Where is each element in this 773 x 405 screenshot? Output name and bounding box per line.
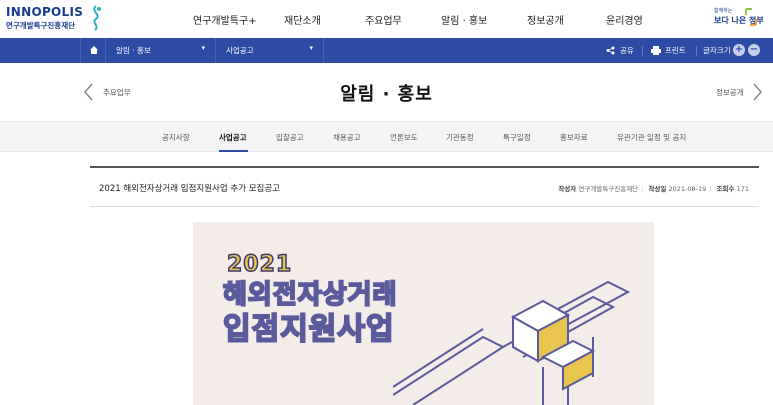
next-menu-label: 정보공개 — [716, 88, 744, 97]
print-button[interactable]: 프린트 — [651, 38, 691, 63]
share-button[interactable]: 공유 — [606, 38, 636, 63]
nav-item-news[interactable]: 알림 · 홍보 — [441, 12, 487, 27]
font-size-label: 글자크기 — [703, 46, 731, 55]
nav-item-disclosure[interactable]: 정보공개 — [527, 12, 564, 27]
location-bar: 알림 · 홍보 ▾ 사업공고 ▾ 공유 프린트 글자크기 + − — [0, 38, 773, 63]
depth2-select-label: 사업공고 — [226, 46, 254, 55]
government-logo[interactable]: 함께하는 보다 나은 정부 — [714, 7, 764, 31]
tab-bid-notice[interactable]: 입찰공고 — [276, 132, 304, 143]
author-value: 연구개발특구진흥재단 — [578, 185, 639, 193]
chevron-down-icon: ▾ — [201, 44, 205, 52]
divider — [642, 46, 643, 56]
post-poster-image: 2021 해외전자상거래 입점지원사업 — [193, 222, 654, 405]
font-size-decrease-button[interactable]: − — [748, 44, 760, 56]
conveyor-illustration — [393, 280, 631, 405]
gov-logo-small: 함께하는 — [714, 8, 733, 14]
print-icon — [651, 46, 661, 55]
views-value: 171 — [736, 185, 749, 193]
home-button[interactable] — [80, 38, 106, 63]
font-size-control: 글자크기 — [703, 38, 735, 63]
author-label: 작성자 — [558, 185, 577, 193]
font-size-increase-button[interactable]: + — [733, 44, 745, 56]
gov-logo-mark-icon — [745, 8, 757, 26]
nav-item-about[interactable]: 재단소개 — [284, 12, 321, 27]
date-label: 작성일 — [648, 185, 667, 193]
tab-related-agencies[interactable]: 유관기관 일정 및 공지 — [617, 132, 686, 143]
post-header: 2021 해외전자상거래 입점지원사업 추가 모집공고 작성자 연구개발특구진흥… — [90, 166, 759, 207]
depth2-select[interactable]: 사업공고 ▾ — [216, 38, 324, 63]
poster-headline-2: 입점지원사업 — [222, 311, 395, 348]
tab-business-notice[interactable]: 사업공고 — [219, 132, 247, 143]
post-meta: 작성자 연구개발특구진흥재단 | 작성일 2021-08-19 | 조회수 171 — [558, 183, 749, 193]
main-nav: 연구개발특구+ 재단소개 주요업무 알림 · 홍보 정보공개 윤리경영 — [0, 12, 773, 28]
page-title-row: 주요업무 알림 · 홍보 정보공개 — [0, 63, 773, 121]
depth1-select[interactable]: 알림 · 홍보 ▾ — [106, 38, 216, 63]
divider: | — [709, 185, 712, 193]
post-title: 2021 해외전자상거래 입점지원사업 추가 모집공고 — [99, 184, 281, 194]
home-icon — [90, 46, 98, 54]
share-icon — [606, 46, 615, 55]
tab-notice[interactable]: 공지사항 — [162, 132, 190, 143]
sub-tabs: 공지사항 사업공고 입찰공고 채용공고 언론보도 기관동정 특구일정 홍보자료 … — [0, 121, 773, 152]
share-label: 공유 — [620, 46, 634, 55]
tab-zone-schedule[interactable]: 특구일정 — [503, 132, 531, 143]
divider — [696, 46, 697, 56]
tab-recruit-notice[interactable]: 채용공고 — [333, 132, 361, 143]
tab-press[interactable]: 언론보도 — [390, 132, 418, 143]
next-menu-link[interactable]: 정보공개 — [712, 83, 767, 101]
nav-item-ethics[interactable]: 윤리경영 — [606, 12, 643, 27]
chevron-right-icon — [753, 83, 762, 101]
divider: | — [641, 185, 644, 193]
tab-pr-materials[interactable]: 홍보자료 — [560, 132, 588, 143]
depth1-select-label: 알림 · 홍보 — [116, 46, 151, 55]
print-label: 프린트 — [665, 46, 686, 55]
nav-item-business[interactable]: 주요업무 — [365, 12, 402, 27]
nav-item-special-zone[interactable]: 연구개발특구+ — [193, 12, 257, 27]
chevron-down-icon: ▾ — [309, 44, 313, 52]
page-title: 알림 · 홍보 — [340, 84, 433, 105]
active-tab-indicator — [219, 150, 248, 152]
tab-agency-news[interactable]: 기관동정 — [446, 132, 474, 143]
views-label: 조회수 — [716, 185, 735, 193]
site-header: INNOPOLIS 연구개발특구진흥재단 연구개발특구+ 재단소개 주요업무 알… — [0, 0, 773, 38]
date-value: 2021-08-19 — [668, 185, 707, 193]
